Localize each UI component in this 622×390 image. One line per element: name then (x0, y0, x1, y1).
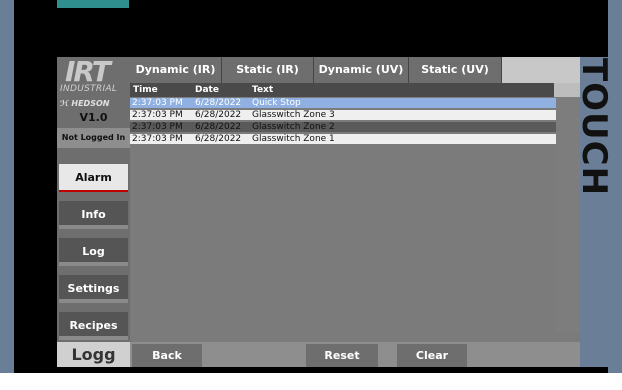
row-date: 6/28/2022 (195, 122, 242, 132)
irt-logo: IRT INDUSTRIAL (57, 55, 130, 97)
row-date: 6/28/2022 (195, 110, 242, 120)
row-text: Glasswitch Zone 3 (252, 110, 335, 120)
logo-subtext: INDUSTRIAL (60, 84, 118, 94)
hedson-text: HEDSON (71, 99, 110, 108)
nav-info-button[interactable]: Info (59, 201, 128, 229)
table-row[interactable]: 2:37:03 PM 6/28/2022 Glasswitch Zone 1 (130, 134, 556, 144)
tab-static-ir[interactable]: Static (IR) (222, 57, 314, 83)
row-date: 6/28/2022 (195, 134, 242, 144)
tab-bar-filler (502, 57, 580, 83)
tab-static-uv[interactable]: Static (UV) (409, 57, 502, 83)
nav-log-button[interactable]: Log (59, 238, 128, 266)
touch-label: TOUCH (574, 57, 614, 197)
back-button[interactable]: Back (132, 344, 202, 367)
nav-alarm-button[interactable]: Alarm (59, 164, 128, 192)
header-text: Text (252, 85, 274, 95)
nav-recipes-button[interactable]: Recipes (59, 312, 128, 340)
row-text: Glasswitch Zone 1 (252, 134, 335, 144)
row-time: 2:37:03 PM (132, 134, 183, 144)
nav-settings-button[interactable]: Settings (59, 275, 128, 303)
row-date: 6/28/2022 (195, 98, 242, 108)
version-label: V1.0 (79, 111, 108, 124)
logg-label: Logg (57, 342, 130, 367)
reset-alarm-button[interactable]: Reset Alarm (306, 344, 378, 385)
hedson-logo: ℋ HEDSON (57, 97, 130, 111)
tab-dynamic-ir[interactable]: Dynamic (IR) (130, 57, 222, 83)
row-text: Quick Stop (252, 98, 301, 108)
table-row[interactable]: 2:37:03 PM 6/28/2022 Quick Stop (130, 98, 556, 108)
left-bezel (0, 0, 14, 373)
table-header: Time Date Text (130, 83, 580, 97)
table-row[interactable]: 2:37:03 PM 6/28/2022 Glasswitch Zone 3 (130, 110, 556, 120)
header-date: Date (195, 85, 219, 95)
row-time: 2:37:03 PM (132, 98, 183, 108)
top-accent-bar (57, 0, 129, 8)
hedson-symbol-icon: ℋ (60, 99, 69, 108)
table-row[interactable]: 2:37:03 PM 6/28/2022 Glasswitch Zone 2 (130, 122, 556, 132)
clear-button[interactable]: Clear (397, 344, 467, 367)
row-time: 2:37:03 PM (132, 122, 183, 132)
login-status[interactable]: Not Logged In (57, 128, 130, 148)
header-time: Time (133, 85, 158, 95)
tab-dynamic-uv[interactable]: Dynamic (UV) (314, 57, 409, 83)
row-time: 2:37:03 PM (132, 110, 183, 120)
row-text: Glasswitch Zone 2 (252, 122, 335, 132)
touch-text: TOUCH (574, 57, 614, 197)
